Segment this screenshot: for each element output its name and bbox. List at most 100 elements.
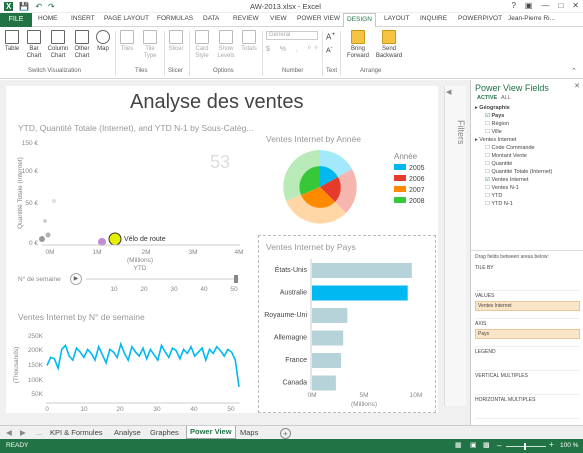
zoom-slider-thumb[interactable] [524,443,526,450]
table-button[interactable]: Table [3,30,21,53]
bar[interactable] [312,308,348,323]
scroll-right-icon[interactable]: ▶ [20,428,26,437]
bar[interactable] [312,375,336,391]
zoom-slider[interactable] [506,446,546,447]
page-break-view-icon[interactable]: ▩ [483,441,490,449]
column-chart-button[interactable]: Column Chart [46,30,70,60]
card-style-button[interactable]: Card Style [191,30,213,60]
tab-inquire[interactable]: INQUIRE [420,15,447,22]
scatter-point[interactable] [45,232,51,238]
restore-icon[interactable]: □ [558,1,563,10]
bring-forward-button[interactable]: Bring Forward [344,30,372,60]
scroll-left-icon[interactable]: ◀ [6,428,12,437]
page-title[interactable]: Analyse des ventes [130,91,303,114]
totals-button[interactable]: Totals [239,30,259,53]
tab-view[interactable]: VIEW [270,15,287,22]
font-shrink-icon[interactable]: A- [326,45,333,54]
play-axis-thumb[interactable] [234,275,238,283]
tab-review[interactable]: REVIEW [233,15,259,22]
collapse-filters-icon[interactable]: ◀ [446,88,451,96]
field-area[interactable]: VERTICAL MULTIPLES [475,371,580,395]
zoom-out-icon[interactable]: – [497,441,501,450]
more-sheets-icon[interactable]: ... [36,428,42,437]
line-series[interactable] [46,341,240,388]
tab-active[interactable]: ACTIVE [477,95,497,101]
tab-layout[interactable]: LAYOUT [384,15,410,22]
tab-all[interactable]: ALL [501,95,511,101]
page-layout-view-icon[interactable]: ▣ [470,441,477,449]
user-name[interactable]: Jean-Pierre Ri... [508,15,555,22]
field-item[interactable]: ☐ Code Commande [475,144,580,152]
sheet-tab-active[interactable]: Power View [186,426,236,439]
tab-power-view[interactable]: POWER VIEW [297,15,340,22]
field-item[interactable]: ☐ Ville [475,128,580,136]
bar[interactable] [312,263,412,278]
tab-formulas[interactable]: FORMULAS [157,15,193,22]
collapse-ribbon-icon[interactable]: ⌃ [571,67,577,75]
field-item[interactable]: ☐ Quantité Totale (Internet) [475,168,580,176]
play-button-icon[interactable]: ▶ [70,273,82,285]
legend-item[interactable]: 2008 [394,196,425,207]
scatter-point[interactable] [39,236,45,242]
number-format-select[interactable]: General [266,31,318,40]
tab-home[interactable]: HOME [38,15,58,22]
tab-page-layout[interactable]: PAGE LAYOUT [104,15,149,22]
tile-type-button[interactable]: Tile Type [139,30,161,60]
field-table[interactable]: ▸ Ventes Internet [475,136,580,144]
close-icon[interactable]: ✕ [572,1,579,10]
field-area-value[interactable]: Pays [475,329,580,339]
scatter-point[interactable] [52,199,56,203]
field-area[interactable]: AXIS Pays [475,319,580,347]
field-item[interactable]: ☑ Ventes Internet [475,176,580,184]
bar-chart[interactable]: 0M 5M 10M (Millions) États-Unis Australie… [260,255,432,412]
font-grow-icon[interactable]: A+ [326,31,335,42]
help-icon[interactable]: ? [511,1,515,10]
tab-design[interactable]: DESIGN [343,13,376,28]
minimize-icon[interactable]: — [541,1,549,10]
redo-icon[interactable]: ↷ [48,2,55,11]
scatter-point[interactable] [43,219,47,223]
field-item[interactable]: ☐ Région [475,120,580,128]
scatter-point-highlight[interactable] [108,232,122,246]
bar-chart-button[interactable]: Bar Chart [23,30,45,60]
field-item[interactable]: ☐ Ventes N-1 [475,184,580,192]
sheet-tab[interactable]: Graphes [150,428,179,437]
close-panel-icon[interactable]: ✕ [574,82,580,90]
show-levels-button[interactable]: Show Levels [215,30,237,60]
slicer-button[interactable]: Slicer [166,30,186,53]
legend-item[interactable]: 2006 [394,174,425,185]
other-chart-button[interactable]: Other Chart [71,30,93,60]
field-table[interactable]: ▸ Géographie [475,104,580,112]
field-area-value[interactable]: Ventes Internet [475,301,580,311]
map-button[interactable]: Map [94,30,112,53]
field-item[interactable]: ☐ YTD N-1 [475,200,580,208]
field-area[interactable]: TILE BY [475,263,580,291]
line-chart[interactable]: (Thousands) 250K 200K 150K 100K 50K 0 10… [10,325,245,413]
tab-insert[interactable]: INSERT [71,15,95,22]
field-item[interactable]: ☑ Pays [475,112,580,120]
sheet-tab[interactable]: Analyse [114,428,141,437]
bar[interactable] [312,353,342,368]
bar[interactable] [312,285,408,301]
save-icon[interactable]: 💾 [19,2,29,11]
legend-item[interactable]: 2005 [394,163,425,174]
send-backward-button[interactable]: Send Backward [375,30,403,60]
sheet-tab[interactable]: Maps [240,428,258,437]
undo-icon[interactable]: ↶ [35,2,42,11]
bar[interactable] [312,330,344,346]
field-item[interactable]: ☐ Montant Vente [475,152,580,160]
zoom-level[interactable]: 100 % [560,442,578,449]
scatter-chart[interactable]: 150 € 100 € 50 € 0 € Quantité Totale (In… [10,133,250,273]
field-item[interactable]: ☐ YTD [475,192,580,200]
add-sheet-icon[interactable]: + [280,428,291,439]
field-area[interactable]: VALUES Ventes Internet [475,291,580,319]
tab-file[interactable]: FILE [0,13,32,27]
tab-data[interactable]: DATA [203,15,219,22]
field-area[interactable]: HORIZONTAL MULTIPLES [475,395,580,419]
sheet-tab[interactable]: KPI & Formules [50,428,103,437]
legend-item[interactable]: 2007 [394,185,425,196]
play-axis-slider[interactable]: 10 20 30 40 50 [84,273,244,295]
tiles-button[interactable]: Tiles [118,30,136,53]
ribbon-display-icon[interactable]: ▣ [525,1,533,10]
normal-view-icon[interactable]: ▦ [455,441,462,449]
